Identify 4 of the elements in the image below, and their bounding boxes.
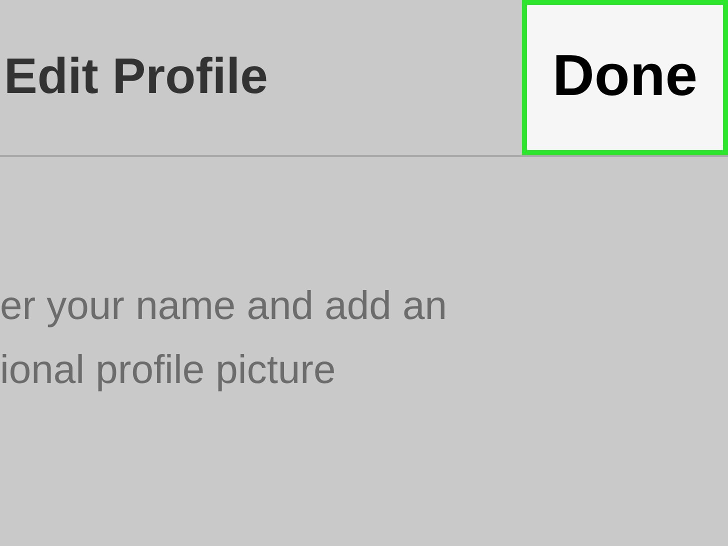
description-text: ional profile picture — [0, 347, 336, 394]
done-button[interactable]: Done — [522, 0, 728, 155]
description-text: er your name and add an — [0, 283, 447, 330]
screen-title: Edit Profile — [4, 46, 268, 104]
